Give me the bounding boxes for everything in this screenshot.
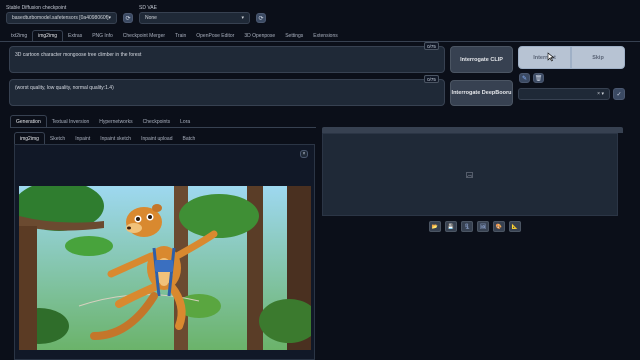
paint-brush-icon: ✎: [521, 75, 528, 82]
refresh-vae-button[interactable]: ⟳: [256, 13, 266, 23]
trash-icon: 🗑: [534, 75, 543, 82]
send-to-inpaint-icon[interactable]: 🎨: [493, 221, 505, 232]
prompt-token-counter: 0/75: [424, 42, 439, 50]
tab-checkpoint-merger[interactable]: Checkpoint Merger: [118, 31, 170, 41]
refresh-checkpoint-button[interactable]: ⟳: [123, 13, 133, 23]
output-actions: 📂 💾 🗜 🖼 🎨 📐: [429, 221, 521, 232]
tab-extensions[interactable]: Extensions: [308, 31, 342, 41]
close-icon: ×: [302, 151, 306, 157]
vae-label: SD VAE: [139, 5, 157, 11]
tab-mode-batch[interactable]: Batch: [178, 133, 201, 144]
send-to-img2img-icon[interactable]: 🖼: [477, 221, 489, 232]
chevron-down-icon: ▾: [108, 15, 111, 21]
tab-mode-img2img[interactable]: img2img: [14, 132, 45, 144]
styles-select[interactable]: × ▾: [518, 88, 610, 100]
style-apply-button[interactable]: ✎: [519, 73, 530, 83]
refresh-icon: ⟳: [125, 15, 131, 22]
clear-close-icon: × ▾: [597, 91, 604, 97]
interrupt-button[interactable]: Interrupt: [518, 46, 571, 69]
chevron-down-icon: ▾: [241, 15, 244, 21]
prompt-input[interactable]: 3D cartoon character mongoose tree climb…: [9, 46, 445, 73]
tab-png-info[interactable]: PNG Info: [87, 31, 118, 41]
checkpoint-value: basedturbomodel.safetensors [0a4098060f]: [12, 15, 109, 21]
tab-img2img[interactable]: img2img: [32, 30, 64, 41]
clear-prompt-button[interactable]: 🗑: [533, 73, 544, 83]
save-icon[interactable]: 💾: [445, 221, 457, 232]
interrogate-clip-button[interactable]: Interrogate CLIP: [450, 46, 513, 73]
main-tabs: txt2img img2img Extras PNG Info Checkpoi…: [6, 30, 343, 41]
source-image: [19, 186, 311, 350]
apply-styles-button[interactable]: ✓: [613, 88, 625, 100]
refresh-icon: ⟳: [258, 15, 264, 22]
tab-generation[interactable]: Generation: [10, 115, 47, 127]
clear-image-button[interactable]: ×: [300, 150, 308, 158]
zip-icon[interactable]: 🗜: [461, 221, 473, 232]
tab-3d-openpose[interactable]: 3D Openpose: [239, 31, 280, 41]
checkpoint-label: Stable Diffusion checkpoint: [6, 5, 67, 11]
image-placeholder-icon: [466, 172, 473, 178]
tab-openpose-editor[interactable]: OpenPose Editor: [191, 31, 239, 41]
sub-tab-divider: [10, 127, 316, 128]
vae-select[interactable]: None ▾: [139, 12, 250, 24]
skip-button[interactable]: Skip: [571, 46, 625, 69]
tab-train[interactable]: Train: [170, 31, 191, 41]
tab-extras[interactable]: Extras: [63, 31, 87, 41]
tab-mode-inpaint-upload[interactable]: Inpaint upload: [136, 133, 177, 144]
send-to-extras-icon[interactable]: 📐: [509, 221, 521, 232]
tab-hypernetworks[interactable]: Hypernetworks: [94, 116, 137, 127]
negative-prompt-token-counter: 0/75: [424, 75, 439, 83]
vae-value: None: [145, 15, 157, 21]
tab-mode-inpaint[interactable]: Inpaint: [70, 133, 95, 144]
tab-textual-inversion[interactable]: Textual Inversion: [47, 116, 95, 127]
negative-prompt-input[interactable]: (worst quality, low quality, normal qual…: [9, 79, 445, 106]
cursor-icon: [547, 52, 555, 62]
interrogate-deepbooru-button[interactable]: Interrogate DeepBooru: [450, 80, 513, 106]
checkpoint-select[interactable]: basedturbomodel.safetensors [0a4098060f]…: [6, 12, 117, 24]
mode-tabs: img2img Sketch Inpaint Inpaint sketch In…: [14, 132, 201, 144]
check-icon: ✓: [616, 91, 622, 98]
tab-mode-sketch[interactable]: Sketch: [45, 133, 70, 144]
tab-checkpoints[interactable]: Checkpoints: [138, 116, 176, 127]
tab-mode-inpaint-sketch[interactable]: Inpaint sketch: [95, 133, 136, 144]
tab-settings[interactable]: Settings: [280, 31, 308, 41]
tab-lora[interactable]: Lora: [175, 116, 195, 127]
sub-tabs: Generation Textual Inversion Hypernetwor…: [10, 115, 195, 127]
tab-divider: [0, 41, 640, 42]
tab-txt2img[interactable]: txt2img: [6, 31, 32, 41]
folder-icon[interactable]: 📂: [429, 221, 441, 232]
